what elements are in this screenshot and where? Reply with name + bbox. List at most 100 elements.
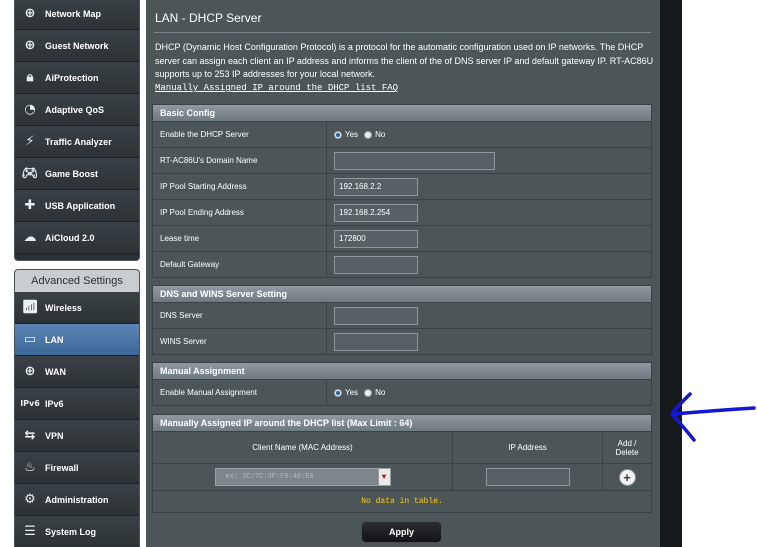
column-header-ip: IP Address [453,432,603,463]
menu-aicloud[interactable]: ☁ AiCloud 2.0 [15,222,139,254]
menu-label: WAN [45,366,66,377]
faq-link[interactable]: Manually Assigned IP around the DHCP lis… [155,83,398,93]
apply-button[interactable]: Apply [361,521,442,543]
main-panel: LAN - DHCP Server DHCP (Dynamic Host Con… [146,0,660,547]
menu-wireless[interactable]: 📶︎ Wireless [15,292,139,324]
wins-server-row: WINS Server [152,329,652,355]
radio-label: Yes [345,388,359,397]
puzzle-icon: ✚ [24,198,36,213]
default-gateway-row: Default Gateway [152,252,652,278]
enable-manual-no-radio[interactable] [364,388,373,397]
dhcp-list-input-row: ex: 3C:7C:3F:F9:40:E8 ▼ + [152,464,652,491]
page-description: DHCP (Dynamic Host Configuration Protoco… [155,42,654,79]
fire-icon: ♨ [24,460,36,475]
dropdown-arrow-icon[interactable]: ▼ [377,469,390,485]
wifi-icon: 📶︎ [21,300,39,315]
menu-label: USB Application [45,200,116,211]
field-label: DNS Server [153,303,327,328]
enable-dhcp-radios: Yes No [327,122,651,147]
field-label: WINS Server [153,329,327,354]
menu-firewall[interactable]: ♨ Firewall [15,452,139,484]
menu-ipv6[interactable]: IPv6 IPv6 [15,388,139,420]
pool-end-row: IP Pool Ending Address 192.168.2.254 [152,200,652,226]
client-mac-select[interactable]: ex: 3C:7C:3F:F9:40:E8 ▼ [214,468,391,486]
menu-usb-application[interactable]: ✚ USB Application [15,190,139,222]
field-label: Lease time [153,226,327,251]
enable-manual-radios: Yes No [327,380,651,405]
dns-wins-section: DNS and WINS Server Setting DNS Server W… [152,285,652,355]
menu-network-map[interactable]: ⊕ Network Map [15,0,139,30]
menu-label: Firewall [45,462,79,473]
globe-icon: ⊕ [24,6,36,21]
menu-system-log[interactable]: ☰ System Log [15,516,139,547]
domain-name-row: RT-AC86U's Domain Name [152,148,652,174]
pool-start-input[interactable]: 192.168.2.2 [334,177,418,196]
enable-manual-yes-radio[interactable] [334,388,342,397]
page-border [660,0,682,547]
radio-label: No [375,388,386,397]
menu-label: Administration [45,494,109,505]
lease-time-row: Lease time 172800 [152,226,652,252]
radio-label: Yes [345,130,359,139]
menu-wan[interactable]: ⊕ WAN [15,356,139,388]
column-header-client: Client Name (MAC Address) [153,432,453,463]
add-cell: + [603,464,651,490]
title-divider [154,32,651,33]
menu-label: AiProtection [45,72,99,83]
field-label: RT-AC86U's Domain Name [153,148,327,173]
menu-game-boost[interactable]: 🎮︎ Game Boost [15,158,139,190]
gear-icon: ⚙ [24,492,36,507]
cloud-icon: ☁ [23,230,37,245]
log-icon: ☰ [24,524,36,539]
field-label: IP Pool Starting Address [153,174,327,199]
domain-name-input[interactable] [334,151,495,170]
dns-server-row: DNS Server [152,303,652,329]
enable-dhcp-no-radio[interactable] [364,130,373,139]
menu-lan[interactable]: ▭ LAN [15,324,139,356]
menu-vpn[interactable]: ⇆ VPN [15,420,139,452]
menu-label: AiCloud 2.0 [45,232,95,243]
assigned-ip-input[interactable] [485,468,570,486]
globe-icon: ⊕ [24,38,36,53]
header-text: Add / [617,438,637,448]
section-header: Basic Config [152,104,652,122]
annotation-arrow-icon [670,392,756,442]
wins-server-input[interactable] [334,332,418,351]
menu-label: Adaptive QoS [45,104,105,115]
field-label: Enable Manual Assignment [153,380,327,405]
dns-server-input[interactable] [334,306,418,325]
radio-label: No [375,130,386,139]
section-header: Manually Assigned IP around the DHCP lis… [152,414,652,432]
menu-guest-network[interactable]: ⊕ Guest Network [15,30,139,62]
lease-time-input[interactable]: 172800 [334,229,418,248]
enable-manual-row: Enable Manual Assignment Yes No [152,380,652,406]
menu-adaptive-qos[interactable]: ◔ Adaptive QoS [15,94,139,126]
manual-assignment-section: Manual Assignment Enable Manual Assignme… [152,362,652,406]
mac-placeholder: ex: 3C:7C:3F:F9:40:E8 [225,473,314,481]
menu-label: LAN [45,334,64,345]
menu-traffic-analyzer[interactable]: ⚡ Traffic Analyzer [15,126,139,158]
menu-label: Wireless [45,302,82,313]
lock-icon: 🔒︎ [26,70,34,85]
pool-end-input[interactable]: 192.168.2.254 [334,203,418,222]
menu-aiprotection[interactable]: 🔒︎ AiProtection [15,62,139,94]
speedometer-icon: ◔ [24,102,36,117]
section-header: Manual Assignment [152,362,652,380]
ip-cell [453,464,603,490]
menu-administration[interactable]: ⚙ Administration [15,484,139,516]
sidebar: ⊕ Network Map ⊕ Guest Network 🔒︎ AiProte… [14,0,140,547]
default-gateway-input[interactable] [334,255,418,274]
enable-dhcp-row: Enable the DHCP Server Yes No [152,122,652,148]
section-header: DNS and WINS Server Setting [152,285,652,303]
gamepad-icon: 🎮︎ [21,166,39,181]
ipv6-icon: IPv6 [20,399,40,408]
advanced-menu: Advanced Settings 📶︎ Wireless ▭ LAN ⊕ WA… [14,269,140,547]
menu-label: IPv6 [45,398,64,409]
add-entry-button[interactable]: + [618,468,636,486]
advanced-settings-title: Advanced Settings [15,270,139,292]
enable-dhcp-yes-radio[interactable] [334,130,342,139]
no-data-message: No data in table. [152,491,652,513]
basic-config-section: Basic Config Enable the DHCP Server Yes … [152,104,652,278]
menu-label: Traffic Analyzer [45,136,112,147]
client-cell: ex: 3C:7C:3F:F9:40:E8 ▼ [153,464,453,490]
